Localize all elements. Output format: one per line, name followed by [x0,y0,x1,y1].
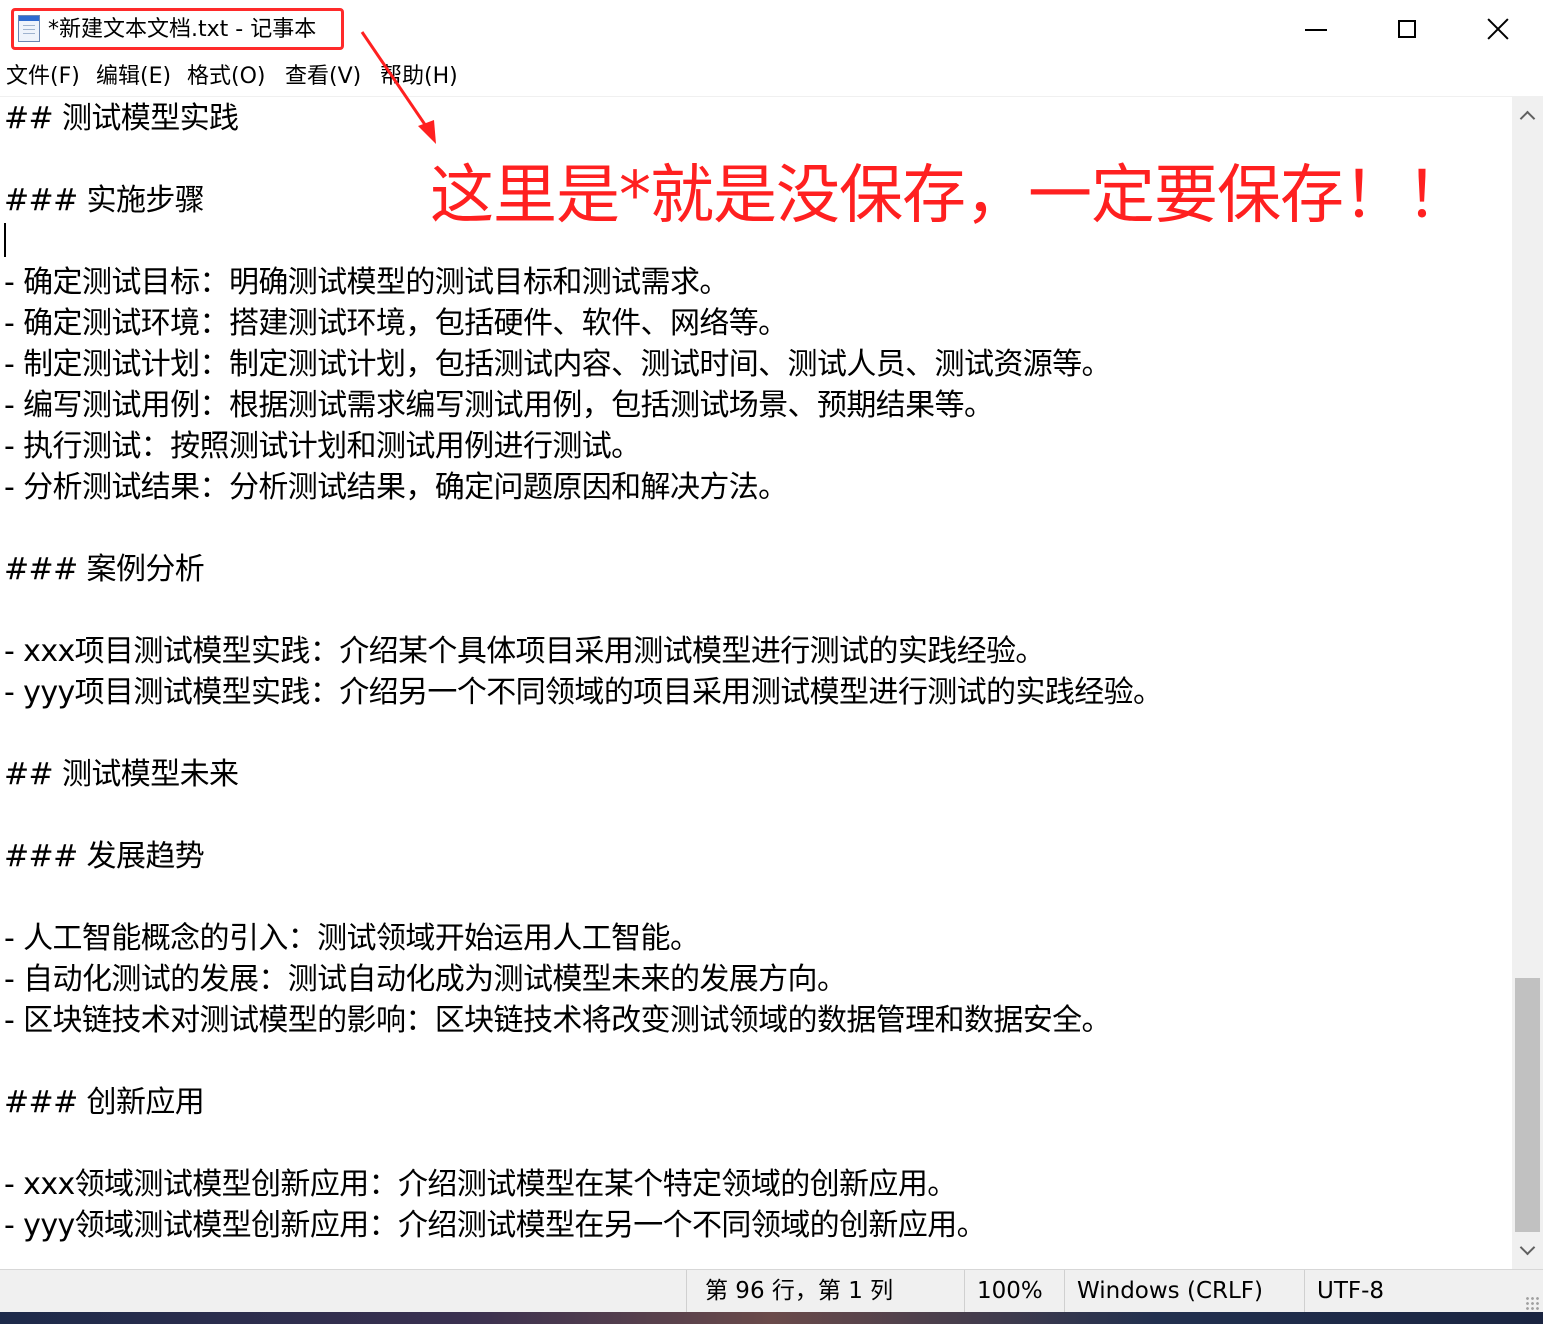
text-line [4,1041,1162,1082]
text-line: ## 测试模型未来 [4,757,239,792]
title-bar[interactable]: *新建文本文档.txt - 记事本 [0,0,1543,58]
maximize-button[interactable] [1361,0,1453,58]
status-line-ending: Windows (CRLF) [1064,1270,1305,1312]
text-line: - 自动化测试的发展：测试自动化成为测试模型未来的发展方向。 [4,962,847,997]
status-zoom: 100% [964,1270,1065,1312]
close-icon [1487,18,1509,40]
text-line [4,508,1162,549]
menu-format[interactable]: 格式(O) [187,62,265,92]
text-line: - 确定测试环境：搭建测试环境，包括硬件、软件、网络等。 [4,306,788,341]
text-line [4,713,1162,754]
status-encoding: UTF-8 [1304,1270,1543,1312]
text-line: - xxx领域测试模型创新应用：介绍测试模型在某个特定领域的创新应用。 [4,1167,957,1202]
scroll-down-button[interactable] [1512,1231,1543,1269]
text-line [4,877,1162,918]
minimize-icon [1305,29,1327,31]
text-line: - 分析测试结果：分析测试结果，确定问题原因和解决方法。 [4,470,788,505]
annotation-text: 这里是*就是没保存，一定要保存！！ [430,159,1470,233]
document-text: ## 测试模型实践 ### 实施步骤 - 确定测试目标：明确测试模型的测试目标和测试… [4,98,1163,1246]
desktop-background [0,1312,1543,1324]
text-line: - 区块链技术对测试模型的影响：区块链技术将改变测试领域的数据管理和数据安全。 [4,1003,1112,1038]
scroll-thumb[interactable] [1515,978,1540,1232]
text-editor[interactable]: ## 测试模型实践 ### 实施步骤 - 确定测试目标：明确测试模型的测试目标和测试… [0,96,1512,1269]
text-line: ### 发展趋势 [4,839,205,874]
text-line: ## 测试模型实践 [4,101,239,136]
scroll-up-button[interactable] [1512,96,1543,134]
chevron-down-icon [1519,1239,1536,1255]
window-title: *新建文本文档.txt - 记事本 [48,17,317,42]
text-line: - 执行测试：按照测试计划和测试用例进行测试。 [4,429,641,464]
status-bar: 第 96 行，第 1 列 100% Windows (CRLF) UTF-8 [0,1269,1543,1312]
menu-bar: 文件(F) 编辑(E) 格式(O) 查看(V) 帮助(H) [0,58,1543,96]
resize-grip[interactable] [1525,1296,1539,1310]
text-line: - 人工智能概念的引入：测试领域开始运用人工智能。 [4,921,700,956]
text-line: - 确定测试目标：明确测试模型的测试目标和测试需求。 [4,265,729,300]
text-line: - xxx项目测试模型实践：介绍某个具体项目采用测试模型进行测试的实践经验。 [4,634,1045,669]
text-line [4,590,1162,631]
maximize-icon [1398,20,1416,38]
text-line [4,795,1162,836]
annotation-arrow [360,31,436,144]
minimize-button[interactable] [1270,0,1362,58]
notepad-icon[interactable] [18,15,40,42]
text-line [4,1123,1162,1164]
menu-edit[interactable]: 编辑(E) [96,62,171,92]
status-cursor-position: 第 96 行，第 1 列 [686,1270,965,1312]
text-line: - yyy领域测试模型创新应用：介绍测试模型在另一个不同领域的创新应用。 [4,1208,987,1243]
chevron-up-icon [1519,110,1536,126]
vertical-scrollbar[interactable] [1512,96,1543,1269]
text-caret [4,223,6,257]
close-button[interactable] [1452,0,1543,58]
text-line: ### 案例分析 [4,552,205,587]
text-line: ### 创新应用 [4,1085,205,1120]
menu-file[interactable]: 文件(F) [6,62,80,92]
text-line: - 编写测试用例：根据测试需求编写测试用例，包括测试场景、预期结果等。 [4,388,994,423]
text-line: - yyy项目测试模型实践：介绍另一个不同领域的项目采用测试模型进行测试的实践经… [4,675,1163,710]
text-line: - 制定测试计划：制定测试计划，包括测试内容、测试时间、测试人员、测试资源等。 [4,347,1112,382]
